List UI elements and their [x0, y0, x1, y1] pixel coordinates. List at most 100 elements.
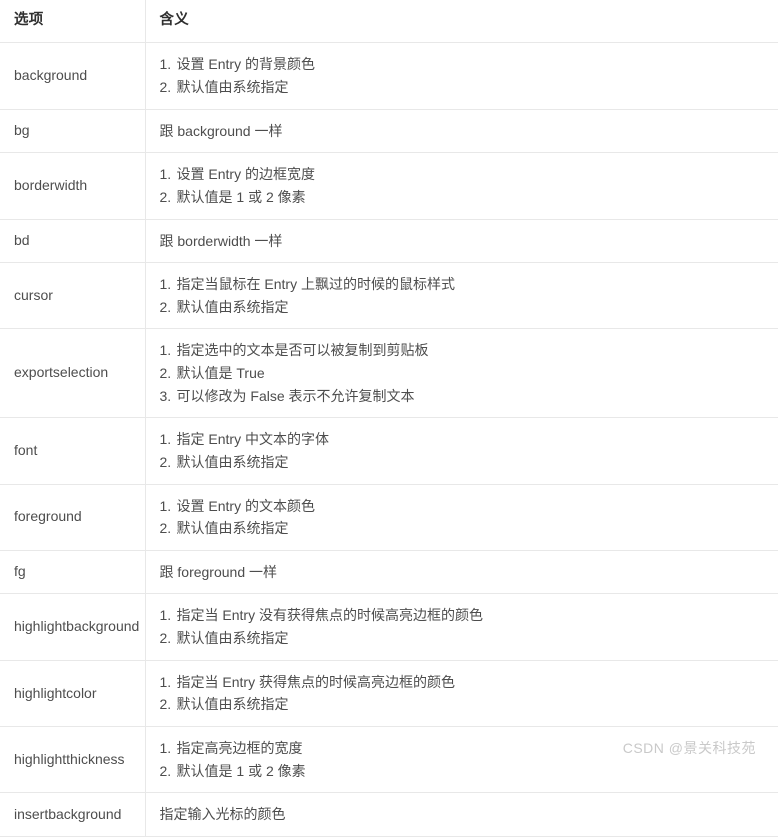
list-item-text: 指定 Entry 中文本的字体 — [176, 431, 329, 448]
meaning-list-item: 1. 指定 Entry 中文本的字体 — [160, 428, 765, 451]
meaning-list-item: 2. 默认值由系统指定 — [160, 693, 765, 716]
table-row: highlightbackground 1. 指定当 Entry 没有获得焦点的时候… — [0, 593, 778, 661]
option-meaning-cell: 跟 background 一样 — [145, 109, 778, 154]
list-item-number: 1. — [159, 673, 172, 690]
option-name-cell: highlightcolor — [0, 660, 146, 728]
meaning-list: 1. 指定选中的文本是否可以被复制到剪贴板 2. 默认值是 True 3. 可以修改为 F… — [160, 339, 765, 407]
list-item-text: 默认值是 True — [176, 364, 265, 381]
meaning-list-item: 2. 默认值由系统指定 — [160, 517, 765, 540]
meaning-list-item: 1. 指定当鼠标在 Entry 上飘过的时候的鼠标样式 — [160, 273, 765, 296]
list-item-text: 指定高亮边框的宽度 — [176, 740, 303, 757]
option-meaning-cell: 1. 指定选中的文本是否可以被复制到剪贴板 2. 默认值是 True 3. 可以修改为 F… — [145, 328, 778, 419]
meaning-list: 1. 指定当 Entry 没有获得焦点的时候高亮边框的颜色 2. 默认值由系统指定 — [160, 604, 765, 649]
entry-options-table: 选项 含义 background 1. 设置 Entry 的背景颜色 2. 默认值由系统… — [0, 0, 778, 837]
list-item-text: 设置 Entry 的背景颜色 — [176, 56, 315, 73]
meaning-list-item: 2. 默认值是 1 或 2 像素 — [160, 186, 765, 209]
meaning-list: 1. 指定当鼠标在 Entry 上飘过的时候的鼠标样式 2. 默认值由系统指定 — [160, 273, 765, 318]
meaning-list-item: 3. 可以修改为 False 表示不允许复制文本 — [160, 385, 765, 408]
column-header-meaning: 含义 — [145, 0, 778, 44]
list-item-number: 1. — [159, 275, 172, 292]
list-item-text: 默认值由系统指定 — [176, 79, 289, 96]
list-item-number: 3. — [159, 387, 172, 404]
meaning-list-item: 2. 默认值由系统指定 — [160, 451, 765, 474]
list-item-number: 1. — [159, 607, 172, 624]
list-item-text: 指定当 Entry 获得焦点的时候高亮边框的颜色 — [176, 673, 455, 690]
list-item-number: 2. — [159, 188, 172, 205]
list-item-text: 指定当 Entry 没有获得焦点的时候高亮边框的颜色 — [176, 607, 483, 624]
option-name-cell: bd — [0, 219, 146, 263]
meaning-list: 1. 设置 Entry 的背景颜色 2. 默认值由系统指定 — [160, 53, 765, 98]
meaning-list-item: 1. 指定高亮边框的宽度 — [160, 737, 765, 760]
meaning-list: 1. 指定 Entry 中文本的字体 2. 默认值由系统指定 — [160, 428, 765, 473]
meaning-text: 指定输入光标的颜色 — [159, 806, 286, 823]
meaning-list-item: 1. 设置 Entry 的文本颜色 — [160, 495, 765, 518]
list-item-text: 可以修改为 False 表示不允许复制文本 — [176, 387, 415, 404]
option-name-cell: background — [0, 42, 146, 110]
meaning-list: 1. 设置 Entry 的边框宽度 2. 默认值是 1 或 2 像素 — [160, 163, 765, 208]
meaning-text: 跟 foreground 一样 — [159, 563, 278, 580]
meaning-list: 1. 指定高亮边框的宽度 2. 默认值是 1 或 2 像素 — [160, 737, 765, 782]
meaning-list-item: 1. 设置 Entry 的边框宽度 — [160, 163, 765, 186]
option-name-cell: cursor — [0, 262, 146, 330]
meaning-list: 1. 指定当 Entry 获得焦点的时候高亮边框的颜色 2. 默认值由系统指定 — [160, 671, 765, 716]
table-row: borderwidth 1. 设置 Entry 的边框宽度 2. 默认值是 1 或 2 … — [0, 152, 778, 220]
meaning-list-item: 1. 设置 Entry 的背景颜色 — [160, 53, 765, 76]
list-item-number: 2. — [159, 520, 172, 537]
list-item-number: 1. — [159, 431, 172, 448]
meaning-list-item: 2. 默认值由系统指定 — [160, 296, 765, 319]
list-item-number: 2. — [159, 364, 172, 381]
option-meaning-cell: 1. 设置 Entry 的背景颜色 2. 默认值由系统指定 — [145, 42, 778, 110]
table-header-row: 选项 含义 — [0, 0, 778, 44]
list-item-number: 2. — [159, 762, 172, 779]
meaning-list-item: 1. 指定当 Entry 没有获得焦点的时候高亮边框的颜色 — [160, 604, 765, 627]
option-meaning-cell: 1. 指定 Entry 中文本的字体 2. 默认值由系统指定 — [145, 417, 778, 485]
table-row: font 1. 指定 Entry 中文本的字体 2. 默认值由系统指定 — [0, 417, 778, 485]
meaning-text: 跟 background 一样 — [159, 122, 283, 139]
list-item-number: 1. — [159, 740, 172, 757]
option-meaning-cell: 1. 指定当 Entry 没有获得焦点的时候高亮边框的颜色 2. 默认值由系统指定 — [145, 593, 778, 661]
option-meaning-cell: 指定输入光标的颜色 — [145, 792, 778, 837]
table-row: bg 跟 background 一样 — [0, 109, 778, 154]
option-meaning-cell: 1. 指定当鼠标在 Entry 上飘过的时候的鼠标样式 2. 默认值由系统指定 — [145, 262, 778, 330]
table-row: exportselection 1. 指定选中的文本是否可以被复制到剪贴板 2. 默认值… — [0, 328, 778, 419]
option-name-cell: font — [0, 417, 146, 485]
table-row: foreground 1. 设置 Entry 的文本颜色 2. 默认值由系统指定 — [0, 484, 778, 551]
option-name-cell: bg — [0, 109, 146, 154]
list-item-text: 默认值由系统指定 — [176, 520, 289, 537]
option-name-cell: insertbackground — [0, 792, 146, 837]
list-item-text: 指定当鼠标在 Entry 上飘过的时候的鼠标样式 — [176, 275, 455, 292]
option-meaning-cell: 1. 指定高亮边框的宽度 2. 默认值是 1 或 2 像素 — [145, 726, 778, 794]
list-item-text: 默认值由系统指定 — [176, 630, 289, 647]
list-item-text: 默认值由系统指定 — [176, 298, 289, 315]
option-name-cell: fg — [0, 550, 146, 595]
meaning-list-item: 2. 默认值是 True — [160, 362, 765, 385]
list-item-text: 默认值由系统指定 — [176, 696, 289, 713]
meaning-list: 1. 设置 Entry 的文本颜色 2. 默认值由系统指定 — [160, 495, 765, 540]
option-meaning-cell: 1. 指定当 Entry 获得焦点的时候高亮边框的颜色 2. 默认值由系统指定 — [145, 660, 778, 728]
list-item-text: 设置 Entry 的边框宽度 — [176, 166, 315, 183]
list-item-number: 1. — [159, 56, 172, 73]
list-item-number: 1. — [159, 497, 172, 514]
list-item-text: 指定选中的文本是否可以被复制到剪贴板 — [176, 342, 429, 359]
list-item-text: 默认值是 1 或 2 像素 — [176, 762, 306, 779]
meaning-list-item: 2. 默认值由系统指定 — [160, 627, 765, 650]
list-item-number: 2. — [159, 630, 172, 647]
list-item-number: 1. — [159, 342, 172, 359]
list-item-number: 2. — [159, 453, 172, 470]
meaning-text: 跟 borderwidth 一样 — [159, 232, 283, 249]
column-header-option: 选项 — [0, 0, 146, 44]
list-item-number: 2. — [159, 298, 172, 315]
table-row: highlightcolor 1. 指定当 Entry 获得焦点的时候高亮边框的颜色… — [0, 660, 778, 728]
table-body: background 1. 设置 Entry 的背景颜色 2. 默认值由系统指定 bg 跟 … — [0, 42, 778, 837]
table-row: background 1. 设置 Entry 的背景颜色 2. 默认值由系统指定 — [0, 42, 778, 110]
meaning-list-item: 1. 指定选中的文本是否可以被复制到剪贴板 — [160, 339, 765, 362]
table-row: highlightthickness 1. 指定高亮边框的宽度 2. 默认值是 1 或 … — [0, 726, 778, 794]
meaning-list-item: 1. 指定当 Entry 获得焦点的时候高亮边框的颜色 — [160, 671, 765, 694]
table-header: 选项 含义 — [0, 0, 778, 44]
option-meaning-cell: 跟 borderwidth 一样 — [145, 219, 778, 263]
list-item-number: 1. — [159, 166, 172, 183]
option-meaning-cell: 跟 foreground 一样 — [145, 550, 778, 595]
option-name-cell: exportselection — [0, 328, 146, 419]
table-row: insertbackground 指定输入光标的颜色 — [0, 792, 778, 837]
list-item-text: 默认值由系统指定 — [176, 453, 289, 470]
